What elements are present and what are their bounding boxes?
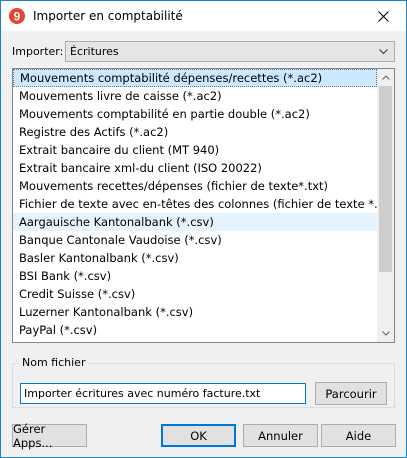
title-bar: 9 Importer en comptabilité (1, 1, 406, 31)
list-item[interactable]: BSI Bank (*.csv) (13, 267, 377, 285)
list-item[interactable]: Aargauische Kantonalbank (*.csv) (13, 213, 377, 231)
import-dialog: 9 Importer en comptabilité Importer: Écr… (0, 0, 407, 458)
importer-selected-value: Écritures (70, 45, 119, 58)
chevron-up-icon (381, 75, 390, 80)
cancel-button[interactable]: Annuler (243, 424, 318, 447)
close-button[interactable] (360, 1, 406, 31)
chevron-down-icon (381, 331, 390, 336)
svg-text:9: 9 (14, 10, 21, 24)
close-icon (377, 10, 389, 22)
file-name-label: Nom fichier (19, 356, 89, 369)
list-item[interactable]: Mouvements recettes/dépenses (fichier de… (13, 177, 377, 195)
ok-button[interactable]: OK (161, 424, 236, 447)
list-item[interactable]: Banque Cantonale Vaudoise (*.csv) (13, 231, 377, 249)
list-item[interactable]: Postfinance (*.csv) (13, 339, 377, 342)
list-item[interactable]: Basler Kantonalbank (*.csv) (13, 249, 377, 267)
importer-select[interactable]: Écritures (65, 41, 395, 62)
list-item[interactable]: Mouvements comptabilité dépenses/recette… (13, 69, 377, 87)
scroll-up-button[interactable] (377, 69, 394, 86)
list-item[interactable]: Extrait bancaire xml-du client (ISO 2002… (13, 159, 377, 177)
scrollbar-thumb[interactable] (379, 86, 392, 272)
browse-button[interactable]: Parcourir (315, 382, 387, 405)
list-item[interactable]: Luzerner Kantonalbank (*.csv) (13, 303, 377, 321)
list-item[interactable]: Mouvements livre de caisse (*.ac2) (13, 87, 377, 105)
manage-apps-button[interactable]: Gérer Apps... (12, 422, 87, 450)
list-item[interactable]: Registre des Actifs (*.ac2) (13, 123, 377, 141)
list-item[interactable]: Extrait bancaire du client (MT 940) (13, 141, 377, 159)
banana-app-icon: 9 (9, 8, 25, 24)
list-item[interactable]: Fichier de texte avec en-têtes des colon… (13, 195, 377, 213)
chevron-down-icon (379, 49, 388, 55)
import-type-list[interactable]: Raiffeisen (*.csv)Postfinance (*.csv)Pay… (12, 68, 395, 343)
vertical-scrollbar[interactable] (377, 69, 394, 342)
help-button[interactable]: Aide (321, 424, 396, 447)
file-name-input[interactable] (20, 383, 306, 404)
list-item[interactable]: PayPal (*.csv) (13, 321, 377, 339)
scroll-down-button[interactable] (377, 325, 394, 342)
list-item[interactable]: Mouvements comptabilité en partie double… (13, 105, 377, 123)
window-title: Importer en comptabilité (33, 9, 183, 23)
list-item[interactable]: Credit Suisse (*.csv) (13, 285, 377, 303)
importer-label: Importer: (12, 45, 64, 58)
